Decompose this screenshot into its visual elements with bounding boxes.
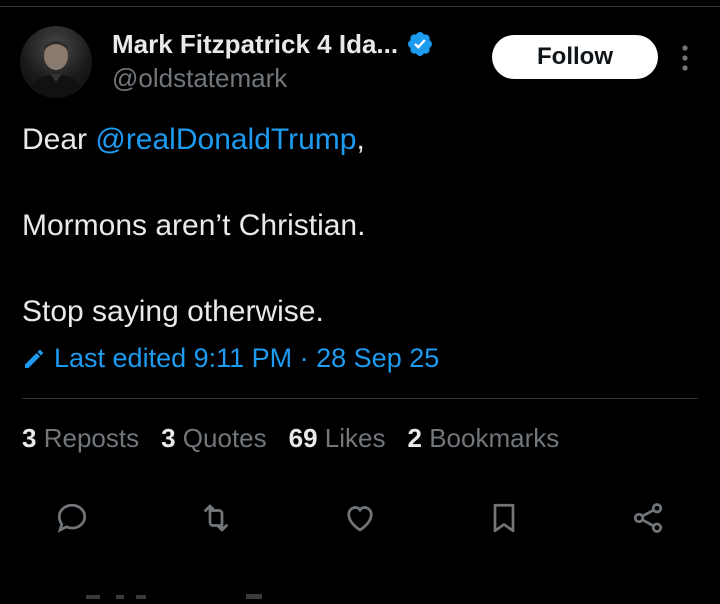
last-edited-link[interactable]: Last edited 9:11 PM · 28 Sep 25 [22,343,439,374]
stat-count: 3 [161,423,176,453]
stats-divider [22,398,698,399]
stat-reposts[interactable]: 3 Reposts [22,423,139,454]
next-reply-preview [86,586,286,599]
stat-quotes[interactable]: 3 Quotes [161,423,267,454]
stat-count: 69 [288,423,318,453]
greeting-end: , [356,123,365,156]
top-divider [0,6,720,7]
reply-icon[interactable] [50,496,94,540]
stat-count: 3 [22,423,37,453]
stat-label: Quotes [182,423,267,453]
stat-likes[interactable]: 69 Likes [289,423,386,454]
mention-link[interactable]: @realDonaldTrump [95,123,356,156]
greeting: Dear [22,123,96,156]
tweet-line-1: Dear @realDonaldTrump, [22,118,702,161]
like-icon[interactable] [338,496,382,540]
repost-icon[interactable] [194,496,238,540]
stat-bookmarks[interactable]: 2 Bookmarks [407,423,559,454]
author-name[interactable]: Mark Fitzpatrick 4 Ida... [112,29,398,60]
stat-label: Bookmarks [429,423,560,453]
author-row: Mark Fitzpatrick 4 Ida... [112,27,434,61]
share-icon[interactable] [626,496,670,540]
verified-badge-icon [406,30,434,58]
stat-label: Reposts [43,423,140,453]
avatar[interactable] [20,26,92,98]
tweet-text: Dear @realDonaldTrump, Mormons aren’t Ch… [22,118,702,333]
last-edited-label: Last edited 9:11 PM · 28 Sep 25 [54,343,440,373]
more-vertical-icon[interactable] [676,42,694,74]
stat-count: 2 [407,423,422,453]
author-handle[interactable]: @oldstatemark [112,63,287,94]
follow-button[interactable]: Follow [492,35,658,79]
action-bar [0,496,720,542]
pencil-icon [22,347,46,371]
tweet-line-2: Mormons aren’t Christian. [22,209,366,242]
bookmark-icon[interactable] [482,496,526,540]
stat-label: Likes [324,423,386,453]
engagement-stats: 3 Reposts 3 Quotes 69 Likes 2 Bookmarks [22,423,581,454]
tweet-line-3: Stop saying otherwise. [22,295,324,328]
